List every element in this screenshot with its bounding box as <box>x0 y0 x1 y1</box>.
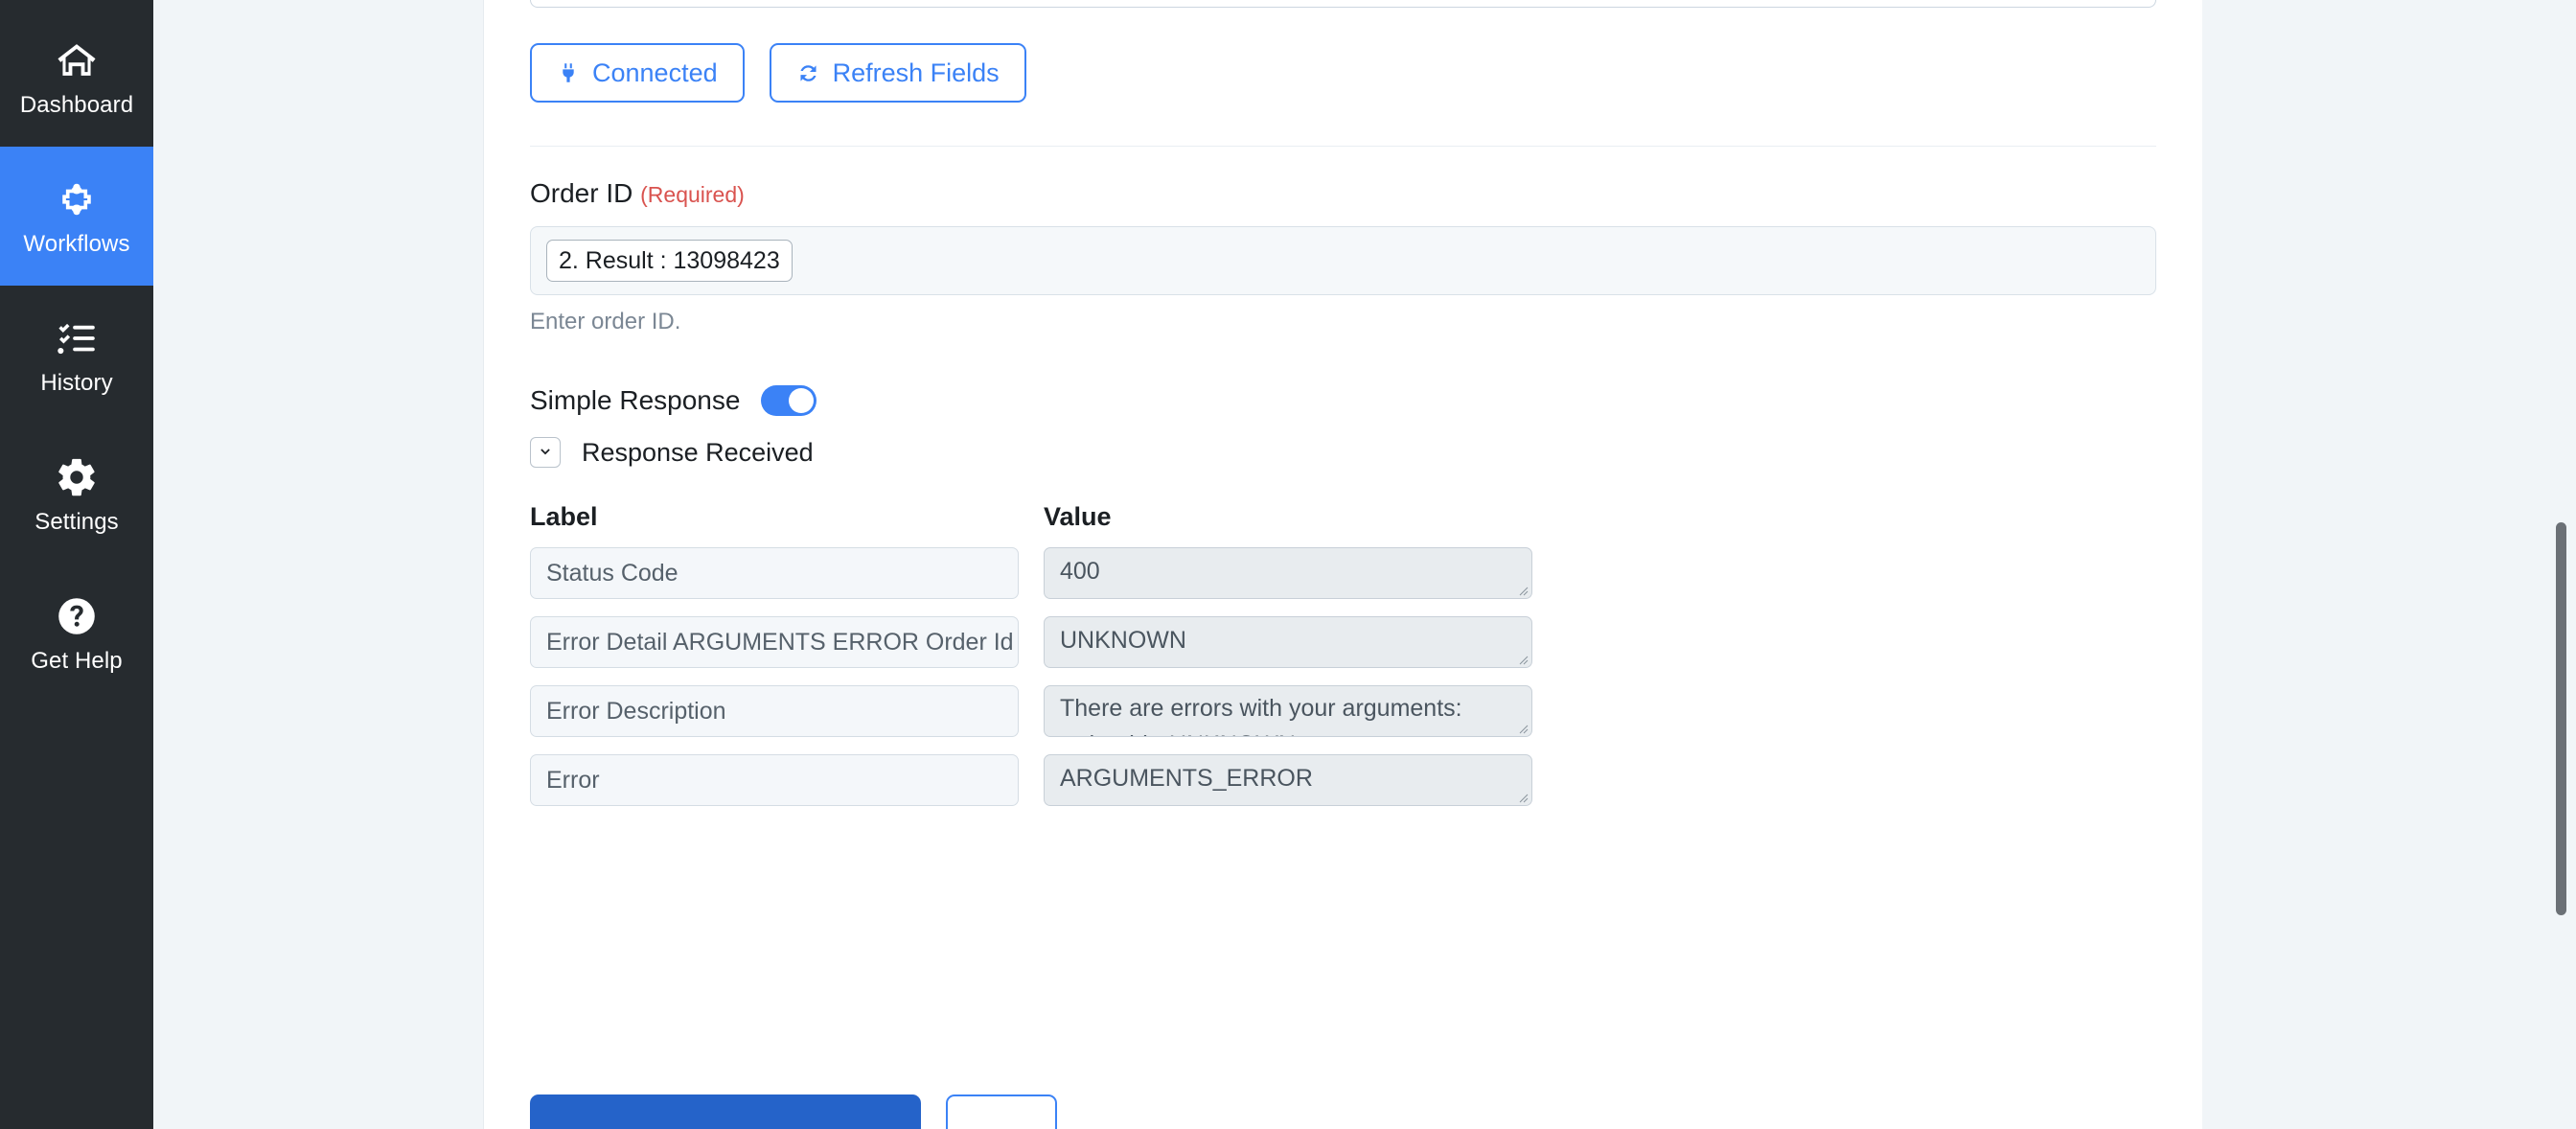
table-row: Status Code 400 <box>530 547 2156 599</box>
sidebar-item-dashboard[interactable]: Dashboard <box>0 8 153 147</box>
table-row: Error ARGUMENTS_ERROR <box>530 754 2156 806</box>
order-id-label: Order ID <box>530 178 633 208</box>
table-row: Error Detail ARGUMENTS ERROR Order Id 0 … <box>530 616 2156 668</box>
sidebar-item-workflows[interactable]: Workflows <box>0 147 153 286</box>
column-header-label: Label <box>530 502 598 531</box>
sidebar-item-history[interactable]: History <box>0 286 153 425</box>
row-label-input[interactable]: Error Description <box>530 685 1019 737</box>
order-id-input[interactable]: 2. Result : 13098423 <box>530 226 2156 295</box>
question-circle-icon <box>55 594 99 638</box>
sidebar-item-label: Workflows <box>23 230 130 257</box>
secondary-action-button[interactable] <box>946 1094 1057 1129</box>
row-label-input[interactable]: Status Code <box>530 547 1019 599</box>
refresh-fields-button-label: Refresh Fields <box>832 58 1000 87</box>
simple-response-label: Simple Response <box>530 385 741 415</box>
row-value-text: There are errors with your arguments: or… <box>1060 695 1462 736</box>
row-value-input[interactable]: 400 <box>1044 547 1532 599</box>
sidebar-item-label: Get Help <box>31 647 123 674</box>
table-row: Error Description There are errors with … <box>530 685 2156 737</box>
config-panel: Connected Refresh Fields Order ID (Requi… <box>484 0 2202 1129</box>
row-label-input[interactable]: Error Detail ARGUMENTS ERROR Order Id 0 <box>530 616 1019 668</box>
row-value-text: UNKNOWN <box>1060 627 1186 654</box>
kv-table-header: Label Value <box>530 502 2156 532</box>
connected-button[interactable]: Connected <box>530 43 745 103</box>
toggle-knob <box>789 388 815 413</box>
refresh-fields-button[interactable]: Refresh Fields <box>769 43 1026 103</box>
resize-grip-icon <box>1517 585 1529 596</box>
main-area: Connected Refresh Fields Order ID (Requi… <box>153 0 2576 1129</box>
refresh-icon <box>796 61 820 85</box>
simple-response-toggle[interactable] <box>761 385 817 416</box>
app-root: Dashboard Workflows History Settings Get… <box>0 0 2576 1129</box>
row-label-input[interactable]: Error <box>530 754 1019 806</box>
home-icon <box>55 38 99 82</box>
right-gutter <box>2202 0 2576 1129</box>
workflow-icon <box>55 177 99 221</box>
row-value-text: ARGUMENTS_ERROR <box>1060 765 1313 792</box>
sidebar-item-label: Settings <box>34 508 119 535</box>
history-list-icon <box>55 316 99 360</box>
connected-button-label: Connected <box>592 58 718 87</box>
primary-action-button[interactable] <box>530 1094 921 1129</box>
response-received-header[interactable]: Response Received <box>530 437 2156 468</box>
kv-table-body: Status Code 400 Error Detail ARGUMENTS E… <box>530 547 2156 806</box>
sidebar-item-label: Dashboard <box>19 91 134 118</box>
scrollbar-thumb[interactable] <box>2556 522 2566 915</box>
column-header-value: Value <box>1044 502 1112 531</box>
resize-grip-icon <box>1517 723 1529 734</box>
order-id-help-text: Enter order ID. <box>530 309 681 334</box>
row-value-text: 400 <box>1060 558 1100 585</box>
sidebar-item-label: History <box>40 369 113 396</box>
required-indicator: (Required) <box>640 182 745 207</box>
previous-field-input[interactable] <box>530 0 2156 8</box>
variable-token[interactable]: 2. Result : 13098423 <box>546 240 793 282</box>
plug-icon <box>557 61 580 84</box>
response-received-title: Response Received <box>582 437 814 467</box>
sidebar-item-settings[interactable]: Settings <box>0 425 153 564</box>
row-value-input[interactable]: There are errors with your arguments: or… <box>1044 685 1532 737</box>
section-divider <box>530 146 2156 147</box>
left-gutter <box>153 0 484 1129</box>
simple-response-row: Simple Response <box>530 385 2156 416</box>
page-scrollbar[interactable] <box>2556 0 2572 1129</box>
row-value-input[interactable]: ARGUMENTS_ERROR <box>1044 754 1532 806</box>
order-id-field-title: Order ID (Required) <box>530 178 2156 209</box>
resize-grip-icon <box>1517 654 1529 665</box>
gear-icon <box>55 455 99 499</box>
sidebar-item-get-help[interactable]: Get Help <box>0 564 153 703</box>
footer-actions <box>530 1094 1057 1129</box>
resize-grip-icon <box>1517 792 1529 803</box>
sidebar: Dashboard Workflows History Settings Get… <box>0 0 153 1129</box>
connection-toolbar: Connected Refresh Fields <box>530 0 2156 103</box>
chevron-down-icon[interactable] <box>530 437 561 468</box>
row-value-input[interactable]: UNKNOWN <box>1044 616 1532 668</box>
